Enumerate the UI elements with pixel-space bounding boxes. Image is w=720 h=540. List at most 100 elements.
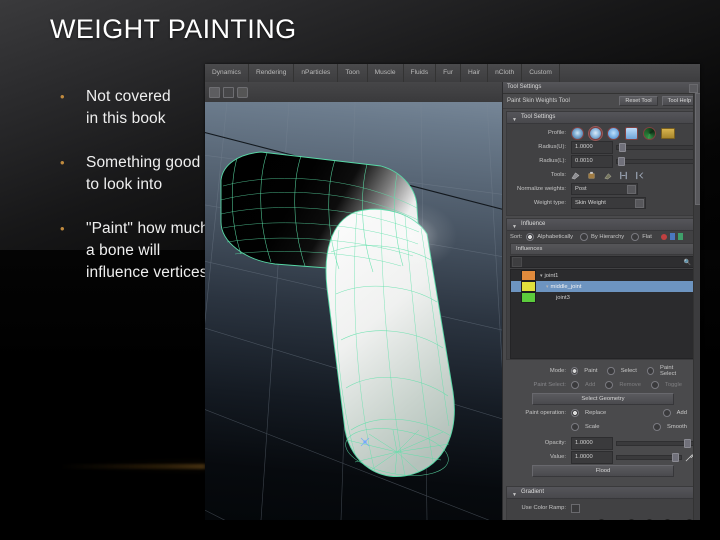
menu-item-nparticles[interactable]: nParticles: [294, 64, 339, 82]
brush-profile-browse-icon[interactable]: [661, 127, 675, 139]
chevron-down-icon[interactable]: ▼: [512, 490, 517, 501]
use-color-ramp-row: Use Color Ramp:: [510, 502, 694, 514]
brush-profile-custom-icon[interactable]: [643, 126, 656, 140]
operation-replace-label: Replace: [585, 410, 607, 416]
tool-help-button[interactable]: Tool Help: [661, 96, 697, 106]
brush-profile-soft-icon[interactable]: [571, 126, 584, 140]
panel-camera-icon[interactable]: [237, 86, 248, 98]
operation-smooth-radio[interactable]: [653, 423, 662, 431]
scrollbar-thumb[interactable]: [695, 93, 700, 205]
chevron-down-icon[interactable]: ▾: [546, 284, 549, 290]
tools-label: Tools:: [550, 172, 566, 178]
filter-icon[interactable]: 🔍: [684, 259, 691, 266]
influence-section-header[interactable]: ▼ Influence: [507, 219, 697, 231]
sort-flat-radio[interactable]: [631, 232, 640, 241]
panel-scrollbar[interactable]: [693, 93, 700, 520]
menu-item-muscle[interactable]: Muscle: [368, 64, 404, 82]
influence-color-swatch[interactable]: [521, 270, 536, 281]
radius-upper-slider[interactable]: [616, 142, 694, 152]
paint-select-add-radio[interactable]: [571, 381, 579, 389]
menu-item-hair[interactable]: Hair: [461, 64, 489, 82]
normalize-label: Normalize weights:: [517, 186, 566, 192]
operation-add-radio[interactable]: [662, 409, 671, 417]
value-row: Value: 1.0000: [510, 450, 694, 464]
sort-alphabetically-radio[interactable]: [526, 232, 535, 241]
menu-item-toon[interactable]: Toon: [338, 64, 368, 82]
menu-item-custom[interactable]: Custom: [522, 64, 560, 82]
brush-profile-hard-icon[interactable]: [607, 126, 620, 140]
normalize-select[interactable]: Post: [571, 183, 638, 195]
influence-search-row[interactable]: 🔍: [510, 256, 694, 268]
invert-influence-icon[interactable]: [669, 233, 675, 240]
panel-menu-icon[interactable]: [209, 86, 220, 98]
brush-section: ▼ Tool Settings Profile: Radius(U): 1.00…: [506, 111, 698, 216]
operation-replace-radio[interactable]: [571, 409, 579, 417]
weight-color-low-swatch[interactable]: [571, 519, 595, 520]
paint-select-remove-radio[interactable]: [605, 381, 614, 389]
chevron-down-icon[interactable]: ▼: [512, 222, 517, 233]
gradient-section-header[interactable]: ▼ Gradient: [507, 487, 697, 499]
brush-section-header[interactable]: ▼ Tool Settings: [507, 112, 697, 124]
weight-type-select[interactable]: Skin Weight: [571, 197, 646, 209]
influence-color-swatch[interactable]: [521, 292, 536, 303]
page-title: WEIGHT PAINTING: [50, 14, 297, 44]
lock-influence-icon[interactable]: [660, 233, 667, 240]
sort-alphabetically-label: Alphabetically: [537, 233, 574, 240]
list-item[interactable]: ▾ middle_joint: [511, 281, 693, 292]
viewport-toolbar: [205, 82, 502, 102]
chevron-down-icon[interactable]: ▼: [512, 115, 517, 126]
brush-profile-square-icon[interactable]: [625, 126, 638, 140]
paint-operation-row-2: Scale Smooth: [510, 421, 694, 433]
influence-search-input[interactable]: [522, 257, 684, 267]
erase-icon[interactable]: [603, 171, 612, 180]
menu-item-dynamics[interactable]: Dynamics: [205, 64, 249, 82]
list-item[interactable]: ▾ joint1: [511, 270, 693, 281]
chevron-down-icon[interactable]: ▾: [540, 273, 543, 279]
paint-select-toggle-radio[interactable]: [650, 381, 659, 389]
radius-upper-input[interactable]: 1.0000: [571, 140, 613, 154]
panel-layout-icon[interactable]: [223, 86, 234, 98]
normalize-value: Post: [575, 186, 587, 192]
influence-tree[interactable]: ▾ joint1 ▾ middle_joint joint3: [510, 269, 694, 359]
menu-item-fluids[interactable]: Fluids: [404, 64, 437, 82]
menu-item-ncloth[interactable]: nCloth: [488, 64, 523, 82]
bullet-text: Something good to look into: [86, 154, 201, 193]
mode-row: Mode: Paint Select Paint Select: [510, 365, 694, 377]
reset-tool-button[interactable]: Reset Tool: [619, 96, 658, 106]
mode-select-radio[interactable]: [607, 367, 615, 375]
menu-item-fur[interactable]: Fur: [436, 64, 462, 82]
mode-paint-select-radio[interactable]: [646, 367, 655, 375]
operation-scale-radio[interactable]: [571, 423, 579, 431]
maya-viewport[interactable]: [205, 82, 502, 520]
opacity-slider[interactable]: [616, 438, 694, 448]
radius-lower-slider[interactable]: [616, 156, 694, 166]
brush-profile-medium-icon[interactable]: [589, 126, 602, 140]
smooth-icon[interactable]: [619, 171, 628, 180]
flood-button[interactable]: Flood: [532, 465, 674, 477]
menu-item-rendering[interactable]: Rendering: [249, 64, 295, 82]
panel-pin-icon[interactable]: [689, 84, 698, 93]
show-influence-icon[interactable]: [677, 233, 683, 240]
bullet-marker: •: [60, 89, 65, 104]
search-icon[interactable]: [512, 257, 522, 267]
opacity-input[interactable]: 1.0000: [571, 436, 613, 450]
sort-hierarchy-radio[interactable]: [580, 232, 589, 241]
bullet-text: "Paint" how much a bone will influence v…: [86, 220, 209, 281]
paint-icon[interactable]: [571, 171, 580, 180]
tools-row: Tools:: [510, 169, 694, 181]
select-geometry-button[interactable]: Select Geometry: [532, 393, 674, 405]
paint-operation-label: Paint operation:: [525, 410, 566, 416]
mode-paint-radio[interactable]: [571, 367, 579, 375]
radius-upper-row: Radius(U): 1.0000: [510, 140, 694, 154]
paint-attr-icon[interactable]: [587, 171, 596, 180]
influence-color-swatch[interactable]: [521, 281, 536, 292]
stamp-icon[interactable]: [635, 171, 644, 180]
list-item[interactable]: joint3: [511, 292, 693, 303]
gradient-section: ▼ Gradient Use Color Ramp: Weight Color:: [506, 486, 700, 520]
chevron-down-icon[interactable]: [627, 185, 636, 194]
value-slider[interactable]: [616, 452, 682, 462]
use-color-ramp-checkbox[interactable]: [571, 503, 580, 513]
chevron-down-icon[interactable]: [635, 199, 644, 208]
value-input[interactable]: 1.0000: [571, 450, 613, 464]
radius-lower-input[interactable]: 0.0010: [571, 154, 613, 168]
